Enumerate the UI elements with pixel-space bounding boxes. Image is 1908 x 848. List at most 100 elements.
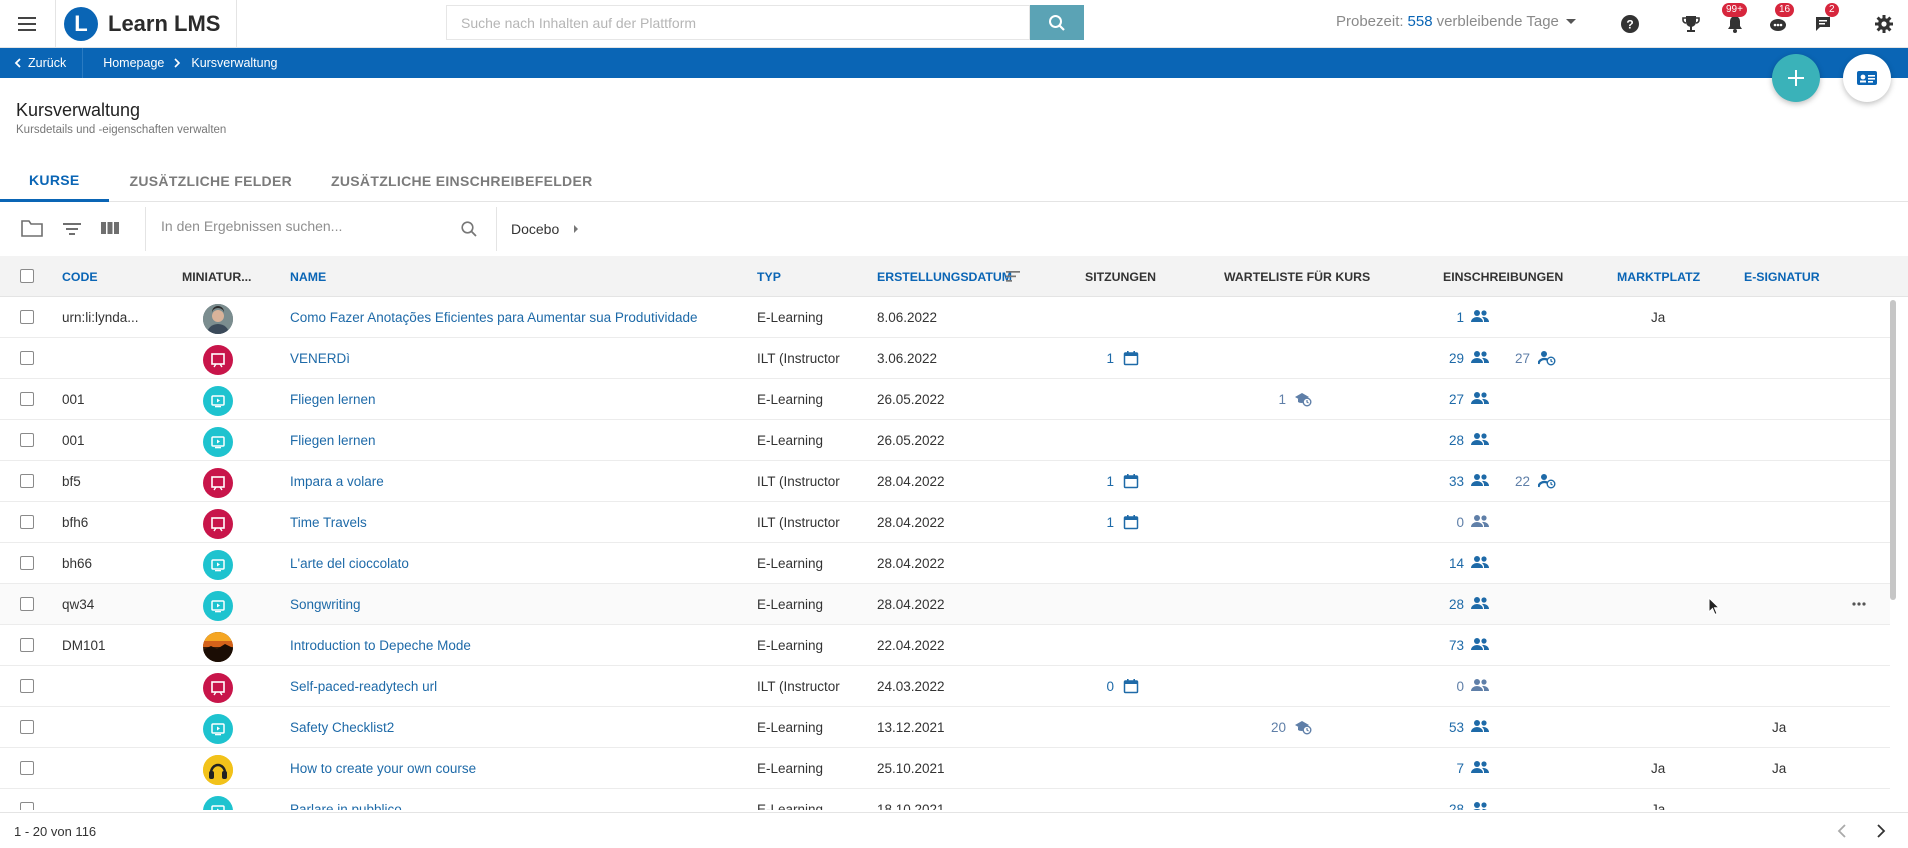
users-icon[interactable] [1470,760,1490,774]
filter-icon[interactable] [62,217,82,239]
course-name-link[interactable]: Self-paced-readytech url [290,679,437,694]
enrollments-count[interactable]: 33 [1430,474,1464,489]
users-icon[interactable] [1470,596,1490,610]
course-name-link[interactable]: Songwriting [290,597,361,612]
select-all-checkbox[interactable] [20,269,34,283]
trial-dropdown[interactable]: Probezeit: 558 verbleibende Tage [1336,13,1577,30]
row-checkbox[interactable] [20,433,34,447]
row-checkbox[interactable] [20,351,34,365]
users-icon[interactable] [1470,514,1490,528]
pending-enrollments-count[interactable]: 27 [1506,351,1530,366]
course-name-link[interactable]: Introduction to Depeche Mode [290,638,471,653]
global-search-input[interactable] [446,5,1030,40]
course-name-link[interactable]: Fliegen lernen [290,433,376,448]
columns-icon[interactable] [100,217,120,239]
calendar-icon[interactable] [1123,678,1139,694]
table-row[interactable]: How to create your own course E-Learning 2… [0,748,1890,789]
folder-icon[interactable] [20,217,44,239]
more-options-icon[interactable] [1851,597,1867,611]
breadcrumb-home[interactable]: Homepage [103,56,164,70]
calendar-icon[interactable] [1123,514,1139,530]
back-link[interactable]: Zurück [0,48,84,78]
users-icon[interactable] [1470,473,1490,487]
column-marketplace[interactable]: MARKTPLATZ [1617,270,1700,284]
row-checkbox[interactable] [20,679,34,693]
enrollments-count[interactable]: 28 [1430,433,1464,448]
enrollments-count[interactable]: 28 [1430,802,1464,810]
table-row[interactable]: 001 Fliegen lernen E-Learning 26.05.2022 1 27 [0,379,1890,420]
users-icon[interactable] [1470,555,1490,569]
scrollbar-thumb[interactable] [1890,300,1896,600]
enrollments-count[interactable]: 27 [1430,392,1464,407]
scrollbar[interactable] [1888,297,1898,810]
notifications-icon[interactable]: 99+ [1722,0,1748,48]
column-created[interactable]: ERSTELLUNGSDATUM [877,270,1012,284]
trophy-icon[interactable] [1678,0,1704,48]
enrollments-count[interactable]: 0 [1430,679,1464,694]
enrollments-count[interactable]: 0 [1430,515,1464,530]
menu-icon[interactable] [0,0,56,48]
tab-enrollment-fields[interactable]: ZUSÄTZLICHE EINSCHREIBEFELDER [312,160,613,202]
sort-icon[interactable] [1006,270,1022,283]
table-row[interactable]: Self-paced-readytech url ILT (Instructor 2… [0,666,1890,707]
table-row[interactable]: bfh6 Time Travels ILT (Instructor 28.04.202… [0,502,1890,543]
table-row[interactable]: urn:li:lynda... Como Fazer Anotações Efic… [0,297,1890,338]
folder-breadcrumb[interactable]: Docebo [511,221,579,237]
pending-user-icon[interactable] [1538,350,1556,366]
sessions-count[interactable]: 1 [1090,515,1114,530]
row-checkbox[interactable] [20,638,34,652]
settings-gear-icon[interactable] [1871,0,1897,48]
search-button[interactable] [1030,5,1084,40]
users-icon[interactable] [1470,350,1490,364]
row-checkbox[interactable] [20,597,34,611]
course-name-link[interactable]: Impara a volare [290,474,384,489]
users-icon[interactable] [1470,391,1490,405]
messages-icon[interactable]: 16 [1765,0,1795,48]
chat-icon[interactable]: 2 [1811,0,1839,48]
row-checkbox[interactable] [20,720,34,734]
table-row[interactable]: VENERDì ILT (Instructor 3.06.2022 1 29 27 [0,338,1890,379]
course-name-link[interactable]: L'arte del cioccolato [290,556,409,571]
enrollments-count[interactable]: 7 [1430,761,1464,776]
users-icon[interactable] [1470,719,1490,733]
table-row[interactable]: Parlare in pubblico E-Learning 18.10.2021 2… [0,789,1890,810]
waitlist-count[interactable]: 1 [1262,392,1286,407]
sessions-count[interactable]: 1 [1090,474,1114,489]
row-checkbox[interactable] [20,474,34,488]
table-row[interactable]: qw34 Songwriting E-Learning 28.04.2022 28 [0,584,1890,625]
enrollments-count[interactable]: 14 [1430,556,1464,571]
calendar-icon[interactable] [1123,473,1139,489]
users-icon[interactable] [1470,637,1490,651]
users-icon[interactable] [1470,432,1490,446]
pending-enrollments-count[interactable]: 22 [1506,474,1530,489]
column-type[interactable]: TYP [757,270,781,284]
waitlist-count[interactable]: 20 [1262,720,1286,735]
enrollments-count[interactable]: 73 [1430,638,1464,653]
add-course-button[interactable] [1772,54,1820,102]
course-name-link[interactable]: Safety Checklist2 [290,720,394,735]
row-checkbox[interactable] [20,556,34,570]
waitlist-icon[interactable] [1294,719,1312,735]
sessions-count[interactable]: 0 [1090,679,1114,694]
course-name-link[interactable]: VENERDì [290,351,350,366]
row-checkbox[interactable] [20,761,34,775]
catalog-view-button[interactable] [1843,54,1891,102]
row-checkbox[interactable] [20,310,34,324]
tab-courses[interactable]: KURSE [0,160,109,202]
sessions-count[interactable]: 1 [1090,351,1114,366]
app-logo[interactable]: L Learn LMS [56,0,238,48]
column-code[interactable]: CODE [62,270,98,284]
users-icon[interactable] [1470,678,1490,692]
calendar-icon[interactable] [1123,350,1139,366]
enrollments-count[interactable]: 29 [1430,351,1464,366]
enrollments-count[interactable]: 53 [1430,720,1464,735]
row-checkbox[interactable] [20,802,34,810]
waitlist-icon[interactable] [1294,391,1312,407]
course-name-link[interactable]: Como Fazer Anotações Eficientes para Aum… [290,310,697,325]
table-row[interactable]: DM101 Introduction to Depeche Mode E-Learn… [0,625,1890,666]
enrollments-count[interactable]: 1 [1430,310,1464,325]
previous-page-icon[interactable] [1836,823,1850,839]
row-checkbox[interactable] [20,515,34,529]
next-page-icon[interactable] [1874,823,1888,839]
pending-user-icon[interactable] [1538,473,1556,489]
